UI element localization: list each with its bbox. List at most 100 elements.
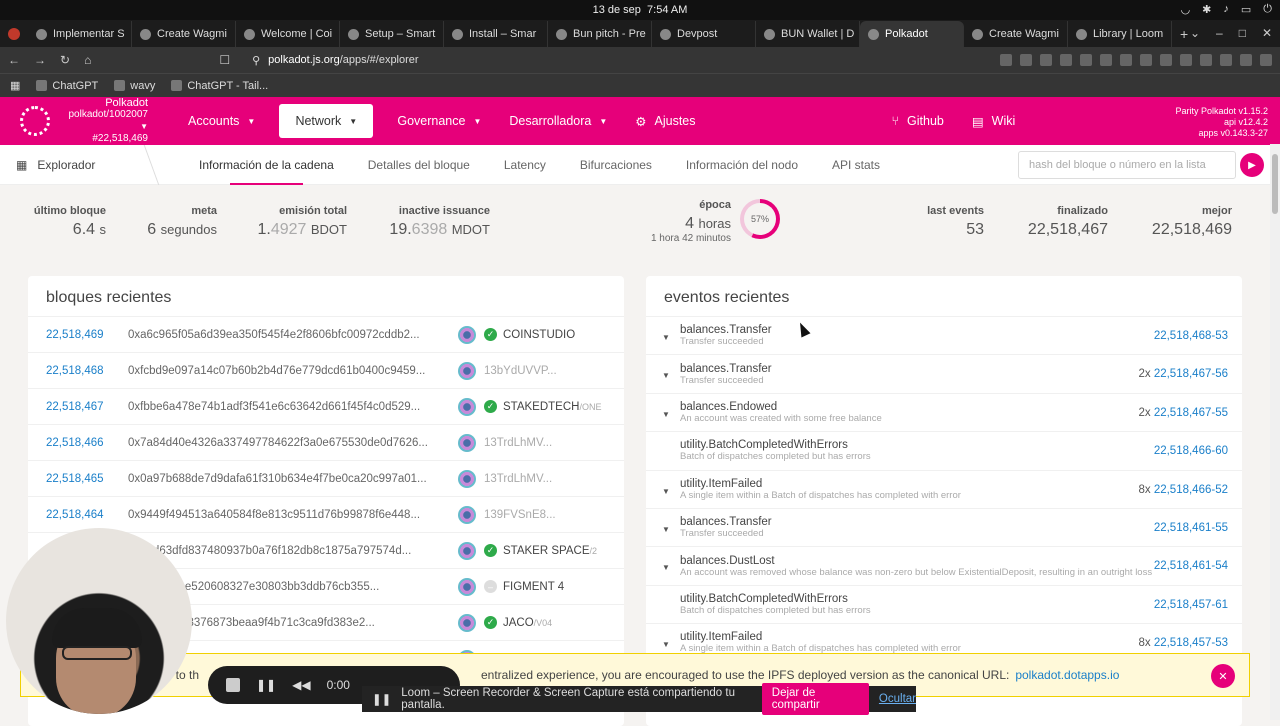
home-icon[interactable]: ⌂ [84, 53, 91, 67]
extension-icon[interactable] [1000, 54, 1012, 66]
event-ref-link[interactable]: 22,518,461-55 [1154, 522, 1228, 534]
identicon-icon[interactable] [458, 577, 476, 596]
chain-selector[interactable]: Polkadot polkadot/1002007 ▼ #22,518,469 [58, 97, 148, 145]
page-scrollbar[interactable] [1270, 144, 1280, 720]
event-ref-link[interactable]: 22,518,467-55 [1154, 407, 1228, 419]
block-author[interactable]: JACO [503, 617, 534, 629]
block-author[interactable]: COINSTUDIO [503, 329, 575, 341]
identicon-icon[interactable] [458, 613, 476, 632]
block-author[interactable]: FIGMENT 4 [503, 581, 564, 593]
site-info-icon[interactable]: ⚲ [252, 54, 260, 67]
identicon-icon[interactable] [458, 325, 476, 344]
extension-icon[interactable] [1200, 54, 1212, 66]
bookmark-item[interactable]: wavy [114, 80, 155, 92]
volume-icon[interactable]: ♪ [1223, 3, 1229, 16]
extension-icon[interactable] [1120, 54, 1132, 66]
menu-network[interactable]: Network ▼ [279, 104, 374, 138]
maximize-icon[interactable]: □ [1239, 26, 1246, 40]
hide-button[interactable]: Ocultar [879, 693, 916, 705]
back-icon[interactable]: ← [8, 53, 20, 67]
browser-tab[interactable]: Library | Loom [1068, 21, 1172, 47]
stop-sharing-button[interactable]: Dejar de compartir [761, 683, 869, 715]
menu-governance[interactable]: Governance ▼ [383, 104, 495, 138]
expand-triangle-icon[interactable]: ▼ [662, 525, 670, 534]
event-row[interactable]: ▼ balances.DustLost An account was removed… [646, 546, 1242, 584]
play-icon[interactable]: ▶ [1240, 153, 1264, 177]
block-author[interactable]: 13bYdUVVP... [484, 365, 557, 377]
extension-icon[interactable] [1020, 54, 1032, 66]
tab-node-info[interactable]: Información del nodo [669, 145, 815, 185]
block-number-link[interactable]: 22,518,464 [28, 509, 128, 521]
browser-tab[interactable]: Welcome | Coi [236, 21, 340, 47]
identicon-icon[interactable] [458, 541, 476, 560]
browser-tab[interactable]: Devpost [652, 21, 756, 47]
expand-triangle-icon[interactable]: ▼ [662, 640, 670, 649]
block-number-link[interactable]: 22,518,466 [28, 437, 128, 449]
block-search-input[interactable]: hash del bloque o número en la lista [1018, 151, 1236, 179]
block-author[interactable]: STAKEDTECH [503, 401, 579, 413]
expand-triangle-icon[interactable]: ▼ [662, 333, 670, 342]
browser-tab[interactable]: Bun pitch - Pre [548, 21, 652, 47]
extension-icon[interactable] [1220, 54, 1232, 66]
tab-list-icon[interactable]: ⌄ [1190, 26, 1200, 40]
identicon-icon[interactable] [458, 397, 476, 416]
menu-developer[interactable]: Desarrolladora ▼ [495, 104, 621, 138]
tab-chain-info[interactable]: Información de la cadena [182, 145, 351, 185]
browser-tab[interactable]: Implementar S [28, 21, 132, 47]
power-icon[interactable]: ⏻ [1263, 3, 1272, 16]
block-number-link[interactable]: 22,518,469 [28, 329, 128, 341]
extension-icon[interactable] [1060, 54, 1072, 66]
webcam-bubble[interactable] [6, 528, 192, 714]
browser-tab[interactable]: Install – Smar [444, 21, 548, 47]
block-author[interactable]: 13TrdLhMV... [484, 437, 552, 449]
event-ref-link[interactable]: 22,518,461-54 [1154, 560, 1228, 572]
extension-icon[interactable] [1180, 54, 1192, 66]
event-row[interactable]: utility.BatchCompletedWithErrors Batch of… [646, 431, 1242, 469]
extension-icon[interactable] [1140, 54, 1152, 66]
block-author[interactable]: 13TrdLhMV... [484, 473, 552, 485]
browser-tab[interactable]: Create Wagmi [964, 21, 1068, 47]
scrollbar-thumb[interactable] [1272, 154, 1278, 214]
forward-icon[interactable]: → [34, 53, 46, 67]
canonical-url-link[interactable]: polkadot.dotapps.io [1015, 668, 1119, 682]
browser-tab[interactable]: Create Wagmi [132, 21, 236, 47]
expand-triangle-icon[interactable]: ▼ [662, 487, 670, 496]
event-row[interactable]: ▼ balances.Transfer Transfer succeeded 2x 2… [646, 354, 1242, 392]
tab-forks[interactable]: Bifurcaciones [563, 145, 669, 185]
bookmark-icon[interactable]: ☐ [219, 53, 230, 67]
menu-accounts[interactable]: Accounts ▼ [174, 104, 269, 138]
bookmark-item[interactable]: ChatGPT - Tail... [171, 80, 268, 92]
event-ref-link[interactable]: 22,518,466-52 [1154, 484, 1228, 496]
menu-settings[interactable]: ⚙ Ajustes [621, 104, 709, 138]
close-icon[interactable]: ✕ [1211, 664, 1235, 688]
block-number-link[interactable]: 22,518,468 [28, 365, 128, 377]
stop-icon[interactable] [226, 678, 240, 692]
extension-icon[interactable] [1080, 54, 1092, 66]
reload-icon[interactable]: ↻ [60, 53, 70, 67]
explorer-section[interactable]: ▦ Explorador [0, 158, 140, 172]
rewind-icon[interactable]: ◀◀ [292, 678, 310, 692]
block-number-link[interactable]: 22,518,467 [28, 401, 128, 413]
bookmark-item[interactable]: ChatGPT [36, 80, 98, 92]
menu-github[interactable]: ⑂ Github [878, 104, 958, 138]
identicon-icon[interactable] [458, 361, 476, 380]
identicon-icon[interactable] [458, 469, 476, 488]
event-ref-link[interactable]: 22,518,457-61 [1154, 599, 1228, 611]
event-ref-link[interactable]: 22,518,457-53 [1154, 637, 1228, 649]
browser-tab[interactable]: BUN Wallet | D [756, 21, 860, 47]
event-row[interactable]: ▼ utility.ItemFailed A single item within … [646, 469, 1242, 508]
battery-icon[interactable]: ▭ [1241, 3, 1251, 16]
block-author[interactable]: 139FVSnE8... [484, 509, 556, 521]
pause-icon[interactable]: ❚❚ [256, 678, 276, 692]
extension-icon[interactable] [1240, 54, 1252, 66]
browser-tab[interactable]: Setup – Smart [340, 21, 444, 47]
event-row[interactable]: ▼ balances.Endowed An account was created … [646, 392, 1242, 431]
block-author[interactable]: STAKER SPACE [503, 545, 590, 557]
extension-icon[interactable] [1100, 54, 1112, 66]
expand-triangle-icon[interactable]: ▼ [662, 563, 670, 572]
event-ref-link[interactable]: 22,518,468-53 [1154, 330, 1228, 342]
tab-api-stats[interactable]: API stats [815, 145, 897, 185]
expand-triangle-icon[interactable]: ▼ [662, 410, 670, 419]
url-field[interactable]: ⚲ polkadot.js.org/apps/#/explorer [244, 53, 986, 67]
extension-icon[interactable] [1160, 54, 1172, 66]
